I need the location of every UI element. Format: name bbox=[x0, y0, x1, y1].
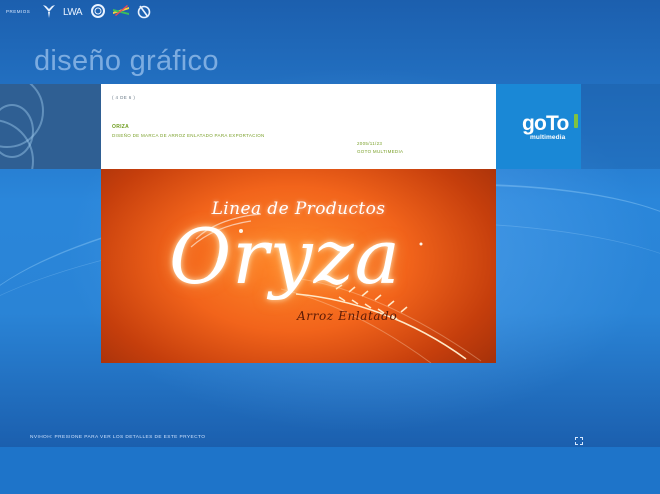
fullscreen-icon[interactable] bbox=[575, 432, 583, 445]
award-ring-icon[interactable] bbox=[90, 3, 106, 19]
project-title: ORIZA bbox=[112, 124, 130, 130]
award-swirl-icon[interactable] bbox=[136, 3, 152, 19]
project-client: GOTO MULTIMEDIA bbox=[357, 149, 404, 154]
page-title: diseño gráfico bbox=[34, 45, 219, 77]
award-lwa-text: LWA bbox=[63, 7, 83, 18]
award-bird-icon[interactable] bbox=[42, 3, 56, 19]
strip-right-panel bbox=[581, 84, 660, 169]
client-logo-word: goTo bbox=[522, 112, 569, 135]
project-artwork[interactable]: Linea de Productos Oryza Arroz Enlatado bbox=[101, 169, 496, 363]
client-logo-accent bbox=[574, 114, 578, 128]
client-logo-sub: multimedia bbox=[530, 134, 566, 141]
prizes-label: PREMIOS bbox=[6, 8, 31, 14]
award-color-bars-icon[interactable] bbox=[112, 3, 130, 19]
project-info-card: ( 4 DE 6 ) ORIZA DISEÑO DE MARCA DE ARRO… bbox=[101, 84, 496, 169]
award-lwa-logo[interactable]: LWA bbox=[62, 3, 84, 19]
prizes-bar: PREMIOS LWA bbox=[6, 2, 152, 20]
client-logo[interactable]: goTo multimedia bbox=[496, 84, 581, 169]
decorative-swirl-panel bbox=[0, 84, 101, 169]
artwork-brand: Oryza bbox=[169, 212, 401, 301]
project-description: DISEÑO DE MARCA DE ARROZ ENLATADO PARA E… bbox=[112, 133, 265, 138]
project-date: 2005/11/23 bbox=[357, 141, 383, 146]
project-counter: ( 4 DE 6 ) bbox=[112, 95, 136, 100]
footer-hint: NVIHOH: PRESIONE PARA VER LOS DETALLES D… bbox=[30, 435, 206, 440]
artwork-tagline: Arroz Enlatado bbox=[297, 309, 398, 323]
